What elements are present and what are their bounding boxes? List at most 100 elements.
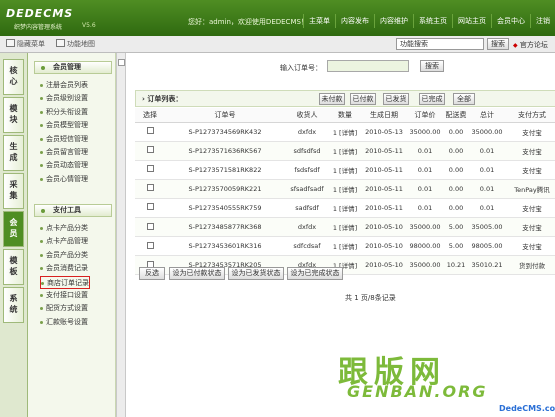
nav-member-center[interactable]: 会员中心: [491, 14, 530, 28]
tab-member[interactable]: 会员: [3, 211, 24, 247]
shipping-cell: 10.21: [443, 255, 469, 276]
col-payment: 支付方式: [505, 108, 555, 123]
row-checkbox[interactable]: [146, 127, 154, 135]
tab-core[interactable]: 核心: [3, 59, 24, 95]
nav-logout[interactable]: 注销: [530, 14, 555, 28]
forum-link[interactable]: ◆ 官方论坛: [513, 40, 548, 50]
filter-completed-button[interactable]: 已完成: [419, 93, 445, 105]
total-cell: 0.01: [469, 179, 505, 199]
quantity-cell[interactable]: 1 [详情]: [329, 179, 361, 199]
menu-item-member-list[interactable]: 注册会员列表: [40, 79, 112, 92]
row-checkbox[interactable]: [146, 203, 154, 211]
set-shipped-button[interactable]: 设为已发货状态: [228, 267, 284, 280]
tab-template[interactable]: 模板: [3, 249, 24, 285]
col-date: 生成日期: [361, 108, 407, 123]
col-shipping: 配送费: [443, 108, 469, 123]
tab-system[interactable]: 系统: [3, 287, 24, 323]
menu-item-member-level[interactable]: 会员级别设置: [40, 92, 112, 105]
order-no-cell: S-P1273571636RK567: [165, 141, 285, 161]
menu-item-member-model[interactable]: 会员模型管理: [40, 119, 112, 132]
func-map-link[interactable]: 功能地图: [56, 39, 95, 50]
receiver-cell: fsdsfsdf: [285, 160, 329, 180]
select-cell: [135, 217, 165, 238]
nav-system-home[interactable]: 系统主页: [413, 14, 452, 28]
collapse-icon[interactable]: [118, 59, 125, 66]
hide-menu-link[interactable]: 隐藏菜单: [6, 39, 45, 50]
tab-collect[interactable]: 采集: [3, 173, 24, 209]
menu-group-member-label: 会员管理: [53, 63, 81, 71]
receiver-cell: sadfsdf: [285, 198, 329, 218]
row-checkbox[interactable]: [146, 165, 154, 173]
invert-selection-button[interactable]: 反选: [139, 267, 165, 280]
menu-item-remit-account[interactable]: 汇款账号设置: [40, 316, 112, 329]
menu-item-shop-orders[interactable]: 商店订单记录: [40, 275, 90, 289]
price-cell: 0.01: [407, 141, 443, 161]
filter-shipped-button[interactable]: 已发货: [383, 93, 409, 105]
order-search-label: 输入订单号：: [280, 64, 322, 72]
tab-generate[interactable]: 生成: [3, 135, 24, 171]
payment-cell: 支付宝: [505, 217, 555, 238]
select-cell: [135, 160, 165, 180]
quantity-cell[interactable]: 1 [详情]: [329, 198, 361, 218]
quantity-cell[interactable]: 1 [详情]: [329, 236, 361, 257]
menu-item-member-product-category[interactable]: 会员产品分类: [40, 249, 112, 262]
left-tab-strip: 核心 模块 生成 采集 会员 模板 系统: [0, 53, 28, 417]
function-search-button[interactable]: 搜索: [487, 38, 509, 50]
row-checkbox[interactable]: [146, 184, 154, 192]
order-no-cell: S-P1273540555RK759: [165, 198, 285, 218]
date-cell: 2010-05-11: [361, 198, 407, 218]
menu-item-payment-settings[interactable]: 支付接口设置: [40, 289, 112, 302]
filter-paid-button[interactable]: 已付款: [350, 93, 376, 105]
menu-splitter[interactable]: [116, 53, 126, 417]
select-cell: [135, 141, 165, 161]
order-list-header: › 订单列表： 未付款 已付款 已发货 已完成 全部: [135, 90, 555, 107]
order-no-cell: S-P1273453601RK316: [165, 236, 285, 257]
menu-group-member-title[interactable]: 会员管理: [34, 61, 112, 74]
menu-item-member-feed[interactable]: 会员动态管理: [40, 159, 112, 172]
nav-main-menu[interactable]: 主菜单: [303, 14, 335, 28]
date-cell: 2010-05-11: [361, 179, 407, 199]
date-cell: 2010-05-11: [361, 141, 407, 161]
row-checkbox[interactable]: [146, 222, 154, 230]
payment-cell: 货到付款: [505, 255, 555, 276]
row-checkbox[interactable]: [146, 241, 154, 249]
nav-publish[interactable]: 内容发布: [335, 14, 374, 28]
order-number-input[interactable]: [327, 60, 409, 72]
menu-item-card-category[interactable]: 点卡产品分类: [40, 222, 112, 235]
total-cell: 35000.00: [469, 122, 505, 142]
order-list-title: › 订单列表：: [142, 95, 183, 103]
table-row: S-P1273734569RK432 dxfdx 1 [详情] 2010-05-13 3…: [135, 122, 555, 142]
tab-module[interactable]: 模块: [3, 97, 24, 133]
shipping-cell: 0.00: [443, 198, 469, 218]
menu-item-delivery-settings[interactable]: 配货方式设置: [40, 302, 112, 315]
quantity-cell[interactable]: 1 [详情]: [329, 217, 361, 238]
logo-subtitle: 织梦内容管理系统: [14, 24, 63, 31]
admin-window: DEDECMS 织梦内容管理系统 V5.6 您好：admin，欢迎使用DEDEC…: [0, 0, 555, 417]
order-search-button[interactable]: 搜索: [420, 60, 444, 72]
set-paid-button[interactable]: 设为已付款状态: [169, 267, 225, 280]
set-completed-button[interactable]: 设为已完成状态: [287, 267, 343, 280]
nav-maintain[interactable]: 内容维护: [374, 14, 413, 28]
filter-unpaid-button[interactable]: 未付款: [319, 93, 345, 105]
orders-table: 选择 订单号 收货人 数量 生成日期 订单价 配送费 总计 支付方式 S-P12…: [135, 108, 555, 276]
watermark-url: DedeCMS.com: [499, 404, 555, 413]
filter-all-button[interactable]: 全部: [453, 93, 475, 105]
menu-item-member-consume[interactable]: 会员消费记录: [40, 262, 112, 275]
orders-table-body: S-P1273734569RK432 dxfdx 1 [详情] 2010-05-13 3…: [135, 122, 555, 276]
menu-item-card-manage[interactable]: 点卡产品管理: [40, 235, 112, 248]
sub-bar: 隐藏菜单 功能地图 功能搜索 搜索 ◆ 官方论坛: [0, 36, 555, 53]
menu-item-member-message[interactable]: 会员留言管理: [40, 146, 112, 159]
order-no-cell: S-P1273570059RK221: [165, 179, 285, 199]
shipping-cell: 0.00: [443, 179, 469, 199]
menu-item-score-title[interactable]: 积分头衔设置: [40, 106, 112, 119]
row-checkbox[interactable]: [146, 146, 154, 154]
function-search-input[interactable]: 功能搜索: [396, 38, 484, 50]
quantity-cell[interactable]: 1 [详情]: [329, 122, 361, 142]
menu-item-member-mood[interactable]: 会员心情管理: [40, 173, 112, 186]
menu-item-member-sms[interactable]: 会员短信管理: [40, 133, 112, 146]
nav-site-home[interactable]: 网站主页: [452, 14, 491, 28]
quantity-cell[interactable]: 1 [详情]: [329, 160, 361, 180]
menu-group-member-list: 注册会员列表 会员级别设置 积分头衔设置 会员模型管理 会员短信管理 会员留言管…: [40, 79, 112, 186]
quantity-cell[interactable]: 1 [详情]: [329, 141, 361, 161]
menu-group-pay-title[interactable]: 支付工具: [34, 204, 112, 217]
